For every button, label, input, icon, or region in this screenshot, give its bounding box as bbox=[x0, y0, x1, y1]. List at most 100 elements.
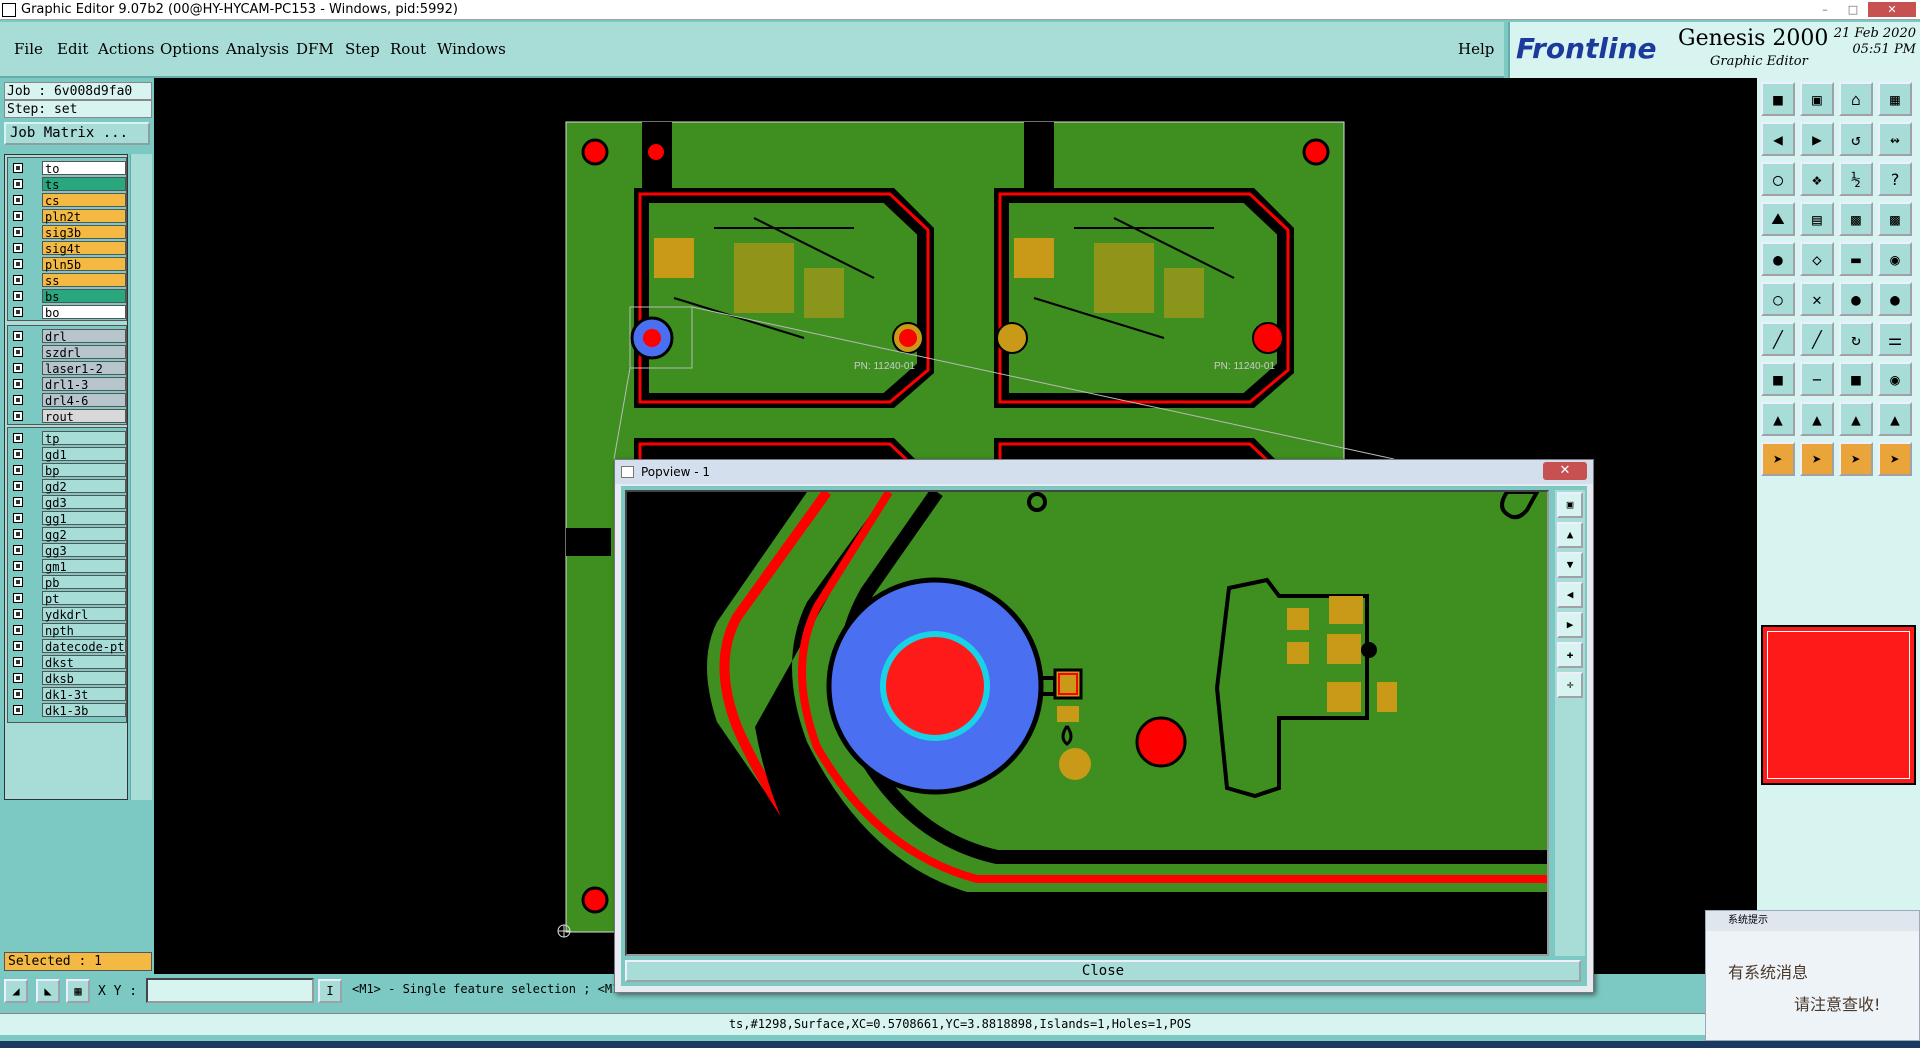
toolbar-tool-icon[interactable]: ? bbox=[1878, 162, 1912, 196]
layer-name[interactable]: dk1-3t bbox=[42, 687, 126, 702]
job-matrix-button[interactable]: Job Matrix ... bbox=[4, 122, 150, 145]
layer-checkbox[interactable] bbox=[13, 331, 23, 341]
layer-checkbox[interactable] bbox=[13, 291, 23, 301]
toolbar-tool-icon[interactable]: ↻ bbox=[1839, 322, 1873, 356]
toolbar-tool-icon[interactable]: − bbox=[1800, 362, 1834, 396]
toolbar-tool-icon[interactable]: ➤ bbox=[1800, 442, 1834, 476]
toolbar-tool-icon[interactable]: ▲ bbox=[1761, 402, 1795, 436]
layer-name[interactable]: gd1 bbox=[42, 447, 126, 462]
layer-checkbox[interactable] bbox=[13, 163, 23, 173]
layer-checkbox[interactable] bbox=[13, 411, 23, 421]
toolbar-tool-icon[interactable]: ↺ bbox=[1839, 122, 1873, 156]
layer-name[interactable]: gg3 bbox=[42, 543, 126, 558]
layer-name[interactable]: to bbox=[42, 161, 126, 176]
layer-row-laser1-2[interactable]: laser1-2 bbox=[8, 360, 126, 376]
layer-row-ts[interactable]: ts bbox=[8, 176, 126, 192]
layer-name[interactable]: pb bbox=[42, 575, 126, 590]
toolbar-tool-icon[interactable]: ▲ bbox=[1878, 402, 1912, 436]
menu-step[interactable]: Step bbox=[345, 40, 380, 58]
layer-row-dkst[interactable]: dkst bbox=[8, 654, 126, 670]
layer-checkbox[interactable] bbox=[13, 307, 23, 317]
layer-name[interactable]: tp bbox=[42, 431, 126, 446]
layer-checkbox[interactable] bbox=[13, 433, 23, 443]
toolbar-tool-icon[interactable]: ■ bbox=[1761, 362, 1795, 396]
layer-row-gm1[interactable]: gm1 bbox=[8, 558, 126, 574]
layer-checkbox[interactable] bbox=[13, 481, 23, 491]
layer-name[interactable]: ss bbox=[42, 273, 126, 288]
layer-name[interactable]: gg1 bbox=[42, 511, 126, 526]
layer-checkbox[interactable] bbox=[13, 379, 23, 389]
toolbar-tool-icon[interactable]: ◉ bbox=[1878, 362, 1912, 396]
layer-row-szdrl[interactable]: szdrl bbox=[8, 344, 126, 360]
layer-name[interactable]: gd2 bbox=[42, 479, 126, 494]
layer-name[interactable]: pln2t bbox=[42, 209, 126, 224]
layer-name[interactable]: pt bbox=[42, 591, 126, 606]
layer-checkbox[interactable] bbox=[13, 577, 23, 587]
toolbar-tool-icon[interactable]: ✕ bbox=[1800, 282, 1834, 316]
menu-analysis[interactable]: Analysis bbox=[226, 40, 289, 58]
layer-checkbox[interactable] bbox=[13, 363, 23, 373]
toolbar-tool-icon[interactable]: ❖ bbox=[1800, 162, 1834, 196]
popview-zoom-out-icon[interactable]: ✛ bbox=[1557, 672, 1583, 698]
menu-options[interactable]: Options bbox=[160, 40, 219, 58]
menu-rout[interactable]: Rout bbox=[390, 40, 426, 58]
layer-row-rout[interactable]: rout bbox=[8, 408, 126, 424]
toolbar-tool-icon[interactable]: ◯ bbox=[1761, 162, 1795, 196]
toolbar-tool-icon[interactable]: ▶ bbox=[1800, 122, 1834, 156]
toolbar-tool-icon[interactable]: ■ bbox=[1839, 362, 1873, 396]
layer-row-gd1[interactable]: gd1 bbox=[8, 446, 126, 462]
layer-row-datecode-pt[interactable]: datecode-pt bbox=[8, 638, 126, 654]
layer-row-dk1-3t[interactable]: dk1-3t bbox=[8, 686, 126, 702]
layer-row-ss[interactable]: ss bbox=[8, 272, 126, 288]
toolbar-tool-icon[interactable]: ● bbox=[1761, 242, 1795, 276]
layer-checkbox[interactable] bbox=[13, 657, 23, 667]
layer-name[interactable]: gg2 bbox=[42, 527, 126, 542]
toolbar-tool-icon[interactable]: ▦ bbox=[1878, 82, 1912, 116]
layer-row-bo[interactable]: bo bbox=[8, 304, 126, 320]
layer-name[interactable]: datecode-pt bbox=[42, 639, 126, 654]
toolbar-tool-icon[interactable]: ○ bbox=[1761, 282, 1795, 316]
layer-row-bp[interactable]: bp bbox=[8, 462, 126, 478]
toolbar-tool-icon[interactable]: ▩ bbox=[1878, 202, 1912, 236]
layer-name[interactable]: gd3 bbox=[42, 495, 126, 510]
layer-row-cs[interactable]: cs bbox=[8, 192, 126, 208]
system-notification[interactable]: 系统提示 有系统消息 请注意查收! bbox=[1705, 910, 1920, 1041]
popview-right-icon[interactable]: ▶ bbox=[1557, 612, 1583, 638]
layer-row-gd2[interactable]: gd2 bbox=[8, 478, 126, 494]
toolbar-tool-icon[interactable]: ▲ bbox=[1800, 402, 1834, 436]
layer-name[interactable]: dksb bbox=[42, 671, 126, 686]
layer-name[interactable]: dk1-3b bbox=[42, 703, 126, 718]
menu-dfm[interactable]: DFM bbox=[296, 40, 334, 58]
layer-name[interactable]: bo bbox=[42, 305, 126, 320]
menu-file[interactable]: File bbox=[14, 40, 43, 58]
close-window-button[interactable]: ✕ bbox=[1868, 2, 1916, 17]
layer-row-gd3[interactable]: gd3 bbox=[8, 494, 126, 510]
menu-actions[interactable]: Actions bbox=[98, 40, 154, 58]
layer-checkbox[interactable] bbox=[13, 641, 23, 651]
popview-left-icon[interactable]: ◀ bbox=[1557, 582, 1583, 608]
layer-row-dk1-3b[interactable]: dk1-3b bbox=[8, 702, 126, 718]
layer-name[interactable]: drl bbox=[42, 329, 126, 344]
toolbar-tool-icon[interactable]: ◇ bbox=[1800, 242, 1834, 276]
layer-row-sig3b[interactable]: sig3b bbox=[8, 224, 126, 240]
layer-checkbox[interactable] bbox=[13, 673, 23, 683]
layer-name[interactable]: szdrl bbox=[42, 345, 126, 360]
layer-row-sig4t[interactable]: sig4t bbox=[8, 240, 126, 256]
layer-checkbox[interactable] bbox=[13, 625, 23, 635]
toolbar-tool-icon[interactable]: ▣ bbox=[1800, 82, 1834, 116]
layer-checkbox[interactable] bbox=[13, 609, 23, 619]
toolbar-tool-icon[interactable]: ▤ bbox=[1800, 202, 1834, 236]
layer-checkbox[interactable] bbox=[13, 347, 23, 357]
menu-help[interactable]: Help bbox=[1458, 40, 1494, 58]
snap-icon[interactable]: ◢ bbox=[4, 979, 28, 1003]
layer-checkbox[interactable] bbox=[13, 211, 23, 221]
menu-windows[interactable]: Windows bbox=[437, 40, 506, 58]
maximize-button[interactable]: □ bbox=[1840, 2, 1866, 17]
layer-checkbox[interactable] bbox=[13, 449, 23, 459]
toolbar-tool-icon[interactable]: ➤ bbox=[1839, 442, 1873, 476]
layer-name[interactable]: laser1-2 bbox=[42, 361, 126, 376]
popview-fit-icon[interactable]: ▣ bbox=[1557, 492, 1583, 518]
toolbar-tool-icon[interactable]: ◀ bbox=[1761, 122, 1795, 156]
layer-name[interactable]: bs bbox=[42, 289, 126, 304]
layer-row-pt[interactable]: pt bbox=[8, 590, 126, 606]
